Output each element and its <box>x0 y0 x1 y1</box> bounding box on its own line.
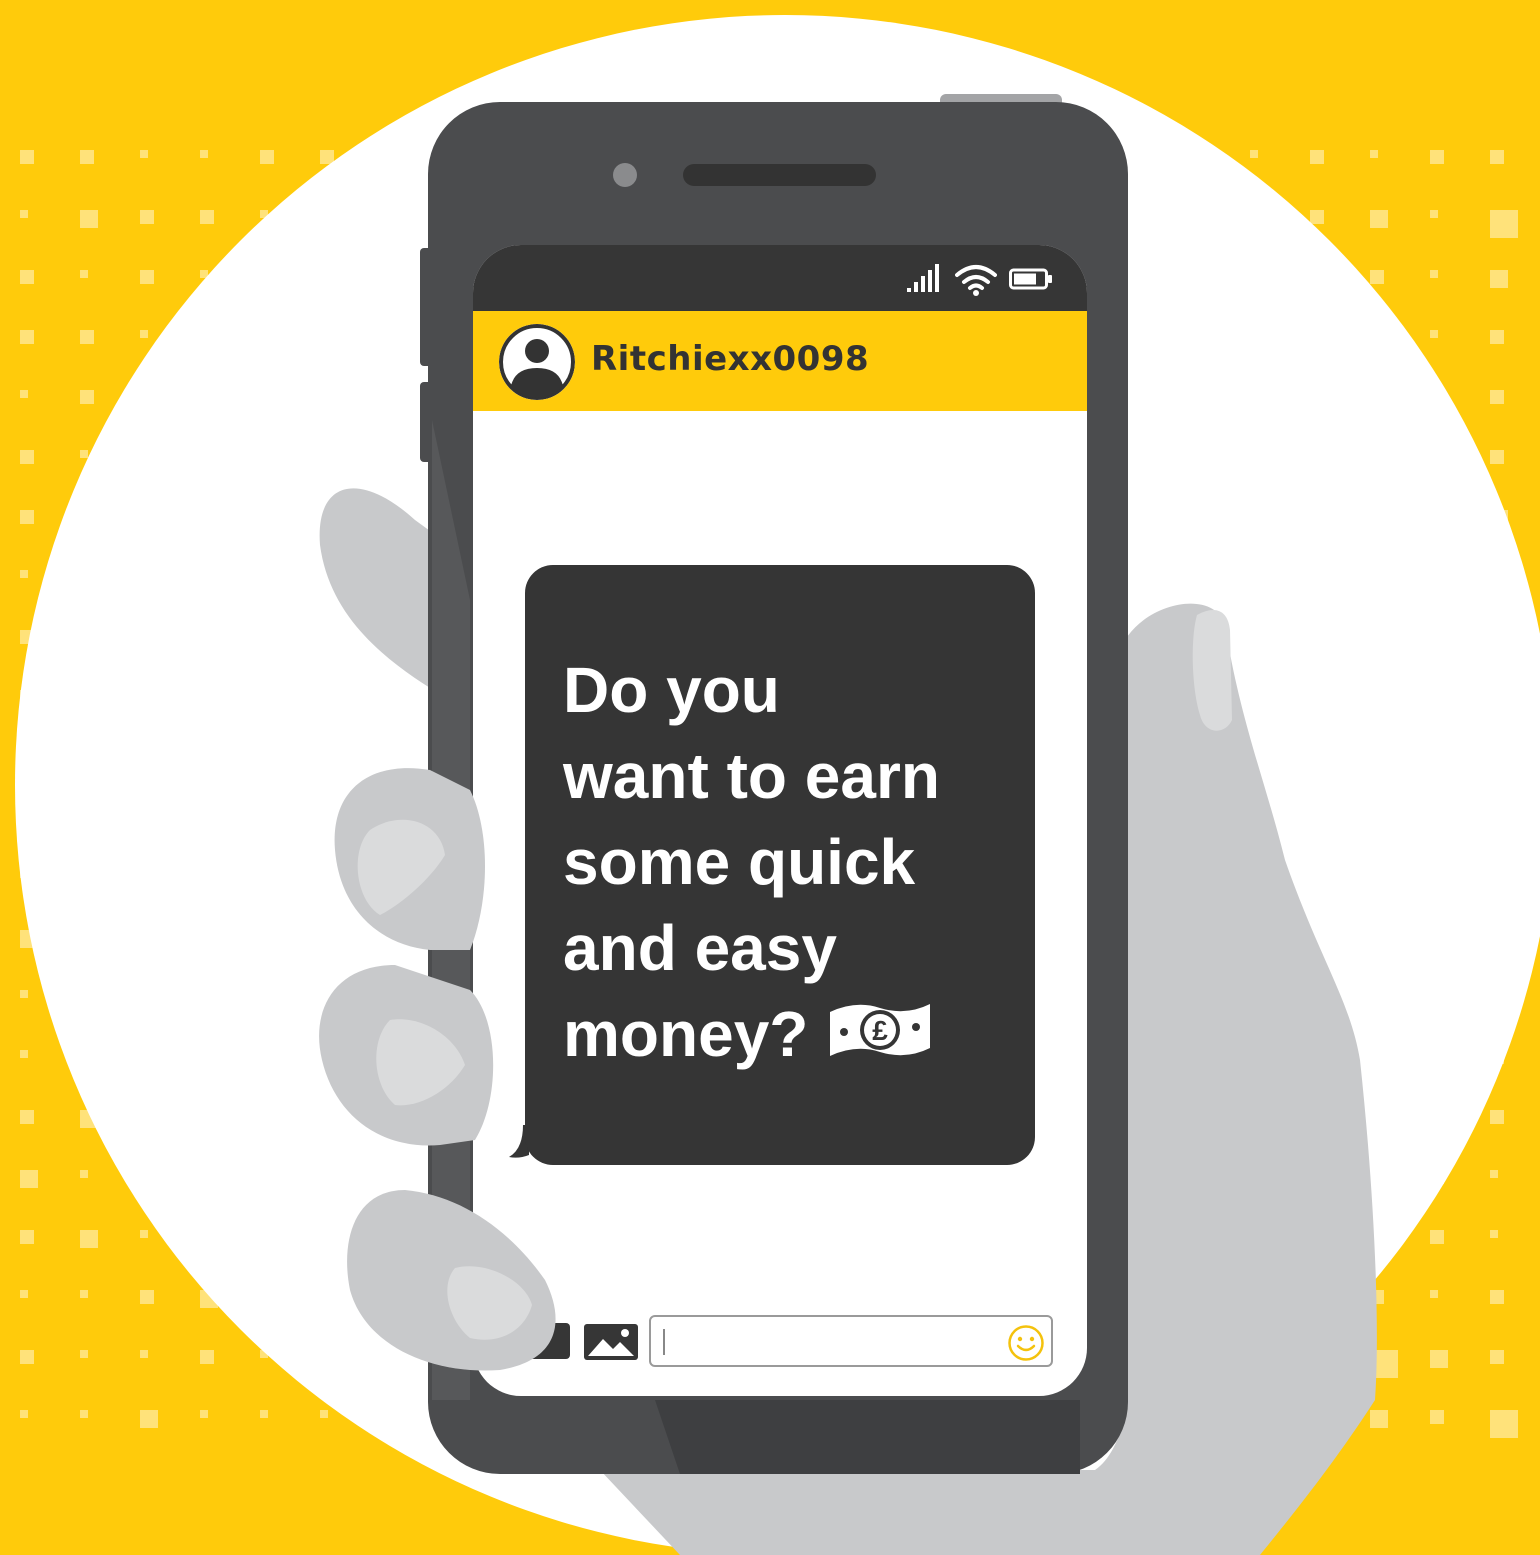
message-line: some quick <box>563 826 916 898</box>
pound-banknote-icon: £ <box>830 1004 931 1056</box>
text-cursor <box>663 1329 665 1355</box>
message-input[interactable] <box>661 1323 995 1361</box>
phone-screen: Ritchiexx0098 Do you want to earn some q… <box>473 245 1087 1396</box>
chat-header[interactable]: Ritchiexx0098 <box>473 311 1087 411</box>
status-bar <box>473 245 1087 311</box>
svg-text:£: £ <box>873 1015 889 1046</box>
smiley-icon[interactable] <box>1007 1324 1045 1362</box>
wifi-icon <box>955 265 997 296</box>
user-avatar-icon[interactable] <box>499 324 575 400</box>
contact-name: Ritchiexx0098 <box>591 339 870 379</box>
speaker-grille <box>683 164 876 186</box>
message-line: money? <box>563 998 809 1070</box>
image-gallery-icon[interactable] <box>583 1323 639 1361</box>
message-line: and easy <box>563 912 837 984</box>
camera-icon[interactable] <box>528 1323 570 1359</box>
battery-icon <box>1009 268 1052 290</box>
message-bubble: Do you want to earn some quick and easy … <box>525 565 1035 1165</box>
message-line: want to earn <box>563 740 940 812</box>
signal-icon <box>907 264 939 292</box>
message-line: Do you <box>563 654 780 726</box>
message-text: Do you want to earn some quick and easy … <box>563 647 1003 1077</box>
message-input-box[interactable] <box>649 1315 1053 1367</box>
front-camera-icon <box>613 163 637 187</box>
